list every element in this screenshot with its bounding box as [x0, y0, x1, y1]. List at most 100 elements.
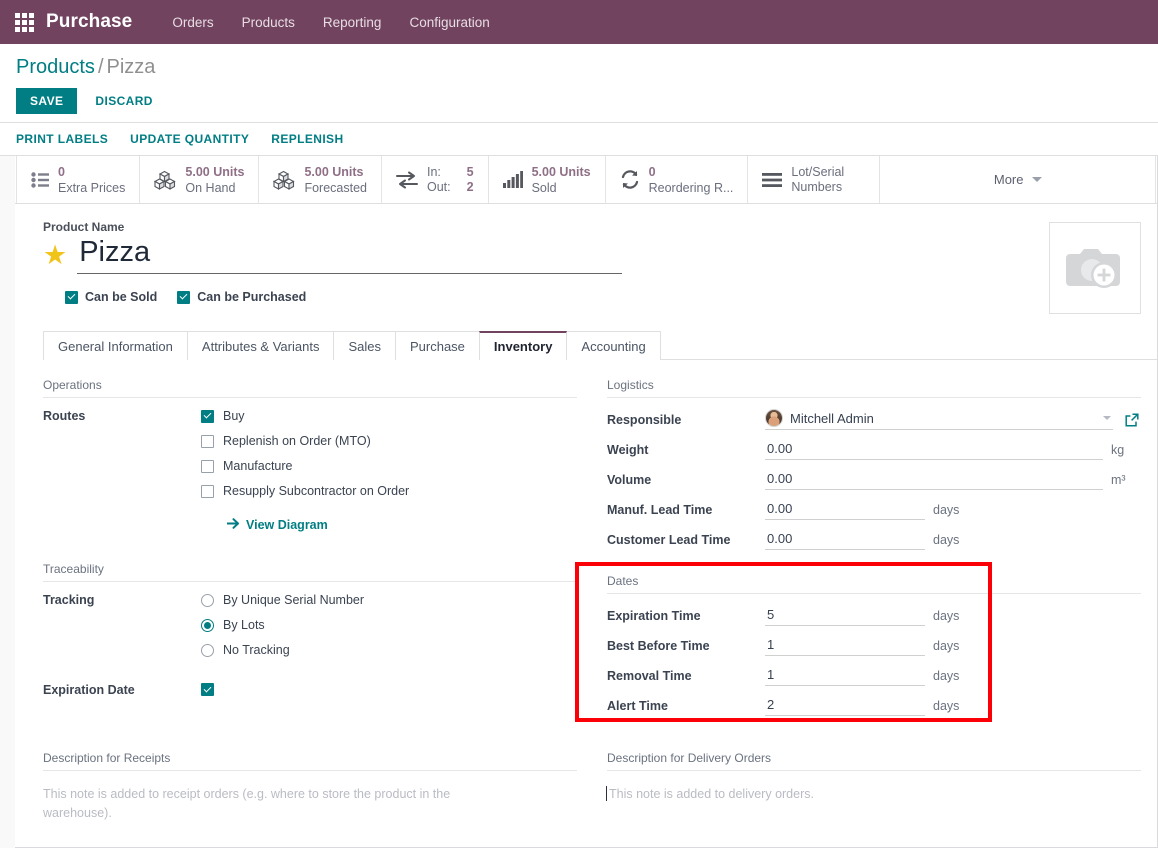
description-receipts-title: Description for Receipts: [43, 751, 577, 771]
best-before-time-input[interactable]: [765, 635, 925, 656]
dates-group: Dates Expiration Time days Best Before T…: [575, 562, 1141, 722]
can-be-sold-checkbox[interactable]: Can be Sold: [65, 290, 157, 304]
tab-sales[interactable]: Sales: [333, 331, 396, 360]
exchange-icon: [395, 171, 418, 189]
nav-menu-products[interactable]: Products: [228, 9, 309, 36]
external-link-icon[interactable]: [1125, 412, 1139, 427]
checkbox-box[interactable]: [201, 409, 214, 423]
update-quantity-button[interactable]: UPDATE QUANTITY: [130, 132, 249, 146]
breadcrumb-products[interactable]: Products: [16, 56, 95, 78]
weight-input[interactable]: [765, 439, 1103, 460]
checkbox-box[interactable]: [201, 434, 214, 448]
routes-label: Routes: [43, 409, 86, 423]
expiration-time-input[interactable]: [765, 605, 925, 626]
radio-button[interactable]: [201, 643, 214, 657]
volume-label: Volume: [607, 472, 652, 487]
radio-button[interactable]: [201, 618, 214, 632]
alert-time-row: Alert Time days: [607, 695, 1141, 716]
nav-menu-orders[interactable]: Orders: [158, 9, 227, 36]
bar-chart-icon: [502, 171, 523, 188]
tracking-option-none[interactable]: No Tracking: [201, 643, 364, 657]
volume-input[interactable]: [765, 469, 1103, 490]
manuf-lead-time-label: Manuf. Lead Time: [607, 502, 713, 517]
tab-accounting[interactable]: Accounting: [566, 331, 661, 360]
route-option-buy[interactable]: Buy: [201, 409, 409, 423]
stat-button-lot-serial-numbers[interactable]: Lot/Serial Numbers: [748, 156, 881, 203]
nav-menu-configuration[interactable]: Configuration: [395, 9, 503, 36]
nav-menu-reporting[interactable]: Reporting: [309, 9, 396, 36]
tab-inventory[interactable]: Inventory: [478, 331, 568, 360]
control-panel: Products / Pizza SAVE DISCARD: [0, 44, 1158, 123]
discard-button[interactable]: DISCARD: [83, 88, 164, 114]
save-button[interactable]: SAVE: [16, 88, 78, 114]
user-avatar: [765, 409, 783, 427]
manuf-lead-time-input[interactable]: [765, 499, 925, 520]
form-background: 0 Extra Prices 5.00 Units On Hand 5.00 U…: [0, 156, 1158, 848]
stat-button-bar: 0 Extra Prices 5.00 Units On Hand 5.00 U…: [15, 156, 1157, 204]
volume-unit: m³: [1111, 472, 1126, 487]
tab-purchase[interactable]: Purchase: [394, 331, 480, 360]
route-option-replenish-on-order[interactable]: Replenish on Order (MTO): [201, 434, 409, 448]
radio-button[interactable]: [201, 593, 214, 607]
app-brand-purchase[interactable]: Purchase: [46, 11, 132, 33]
stat-button-in-out[interactable]: In: 5 Out: 2: [381, 156, 489, 203]
tracking-label-option: By Unique Serial Number: [223, 593, 365, 607]
manuf-lead-time-unit: days: [933, 502, 960, 517]
customer-lead-time-input[interactable]: [765, 529, 925, 550]
stat-button-on-hand[interactable]: 5.00 Units On Hand: [140, 156, 260, 203]
apps-grid-icon[interactable]: [10, 8, 38, 36]
stat-label: Sold: [531, 180, 557, 195]
stat-label: Forecasted: [304, 180, 367, 195]
stat-button-forecasted[interactable]: 5.00 Units Forecasted: [259, 156, 382, 203]
print-labels-button[interactable]: PRINT LABELS: [16, 132, 108, 146]
checkbox-box[interactable]: [65, 290, 78, 304]
tab-attributes-variants[interactable]: Attributes & Variants: [186, 331, 335, 360]
alert-time-input[interactable]: [765, 695, 925, 716]
can-be-purchased-checkbox[interactable]: Can be Purchased: [177, 290, 306, 304]
stat-value: 5.00 Units: [531, 164, 591, 179]
responsible-field[interactable]: Mitchell Admin: [765, 409, 1113, 430]
tracking-option-serial[interactable]: By Unique Serial Number: [201, 593, 364, 607]
bars-icon: [762, 172, 783, 188]
responsible-label: Responsible: [607, 412, 682, 427]
tab-general-information[interactable]: General Information: [43, 331, 188, 360]
responsible-value[interactable]: Mitchell Admin: [790, 411, 1096, 426]
product-name-input[interactable]: [77, 236, 623, 275]
stat-value: 5.00 Units: [304, 164, 364, 179]
removal-time-input[interactable]: [765, 665, 925, 686]
checkbox-box[interactable]: [201, 459, 214, 473]
camera-add-icon: [1066, 242, 1124, 295]
can-be-purchased-label: Can be Purchased: [197, 290, 307, 305]
product-image-upload[interactable]: [1049, 222, 1141, 314]
stat-more-dropdown[interactable]: More: [880, 156, 1156, 203]
favorite-star-icon[interactable]: ★: [43, 241, 67, 269]
description-receipts-input[interactable]: This note is added to receipt orders (e.…: [43, 785, 473, 823]
breadcrumb: Products / Pizza: [16, 54, 1142, 80]
checkbox-box[interactable]: [201, 484, 214, 498]
removal-time-label: Removal Time: [607, 668, 692, 683]
action-bar: PRINT LABELS UPDATE QUANTITY REPLENISH: [0, 123, 1158, 156]
description-delivery-input[interactable]: This note is added to delivery orders.: [606, 785, 1037, 804]
description-delivery-column: Description for Delivery Orders This not…: [606, 751, 1141, 823]
operations-group-title: Operations: [43, 378, 577, 398]
stat-label: On Hand: [185, 180, 236, 195]
replenish-button[interactable]: REPLENISH: [271, 132, 343, 146]
route-label: Buy: [223, 409, 245, 423]
stat-button-reordering-rules[interactable]: 0 Reordering R...: [605, 156, 749, 203]
description-receipts-column: Description for Receipts This note is ad…: [43, 751, 577, 823]
chevron-down-icon[interactable]: [1103, 416, 1111, 420]
view-diagram-link[interactable]: View Diagram: [226, 518, 328, 532]
can-be-sold-label: Can be Sold: [85, 290, 158, 305]
customer-lead-time-label: Customer Lead Time: [607, 532, 731, 547]
expiration-date-checkbox[interactable]: [201, 683, 214, 696]
checkbox-box[interactable]: [177, 290, 191, 304]
top-navbar: Purchase Orders Products Reporting Confi…: [0, 0, 1158, 44]
breadcrumb-current: Pizza: [106, 56, 156, 78]
tracking-option-lots[interactable]: By Lots: [201, 618, 364, 632]
route-option-resupply-subcontractor[interactable]: Resupply Subcontractor on Order: [201, 484, 409, 498]
inventory-tab-content: Operations Routes Buy Replenish on Order…: [15, 360, 1157, 725]
stat-label-lot-serial: Lot/Serial Numbers: [791, 164, 845, 194]
route-option-manufacture[interactable]: Manufacture: [201, 459, 409, 473]
stat-button-extra-prices[interactable]: 0 Extra Prices: [16, 156, 141, 203]
stat-button-sold[interactable]: 5.00 Units Sold: [488, 156, 606, 203]
